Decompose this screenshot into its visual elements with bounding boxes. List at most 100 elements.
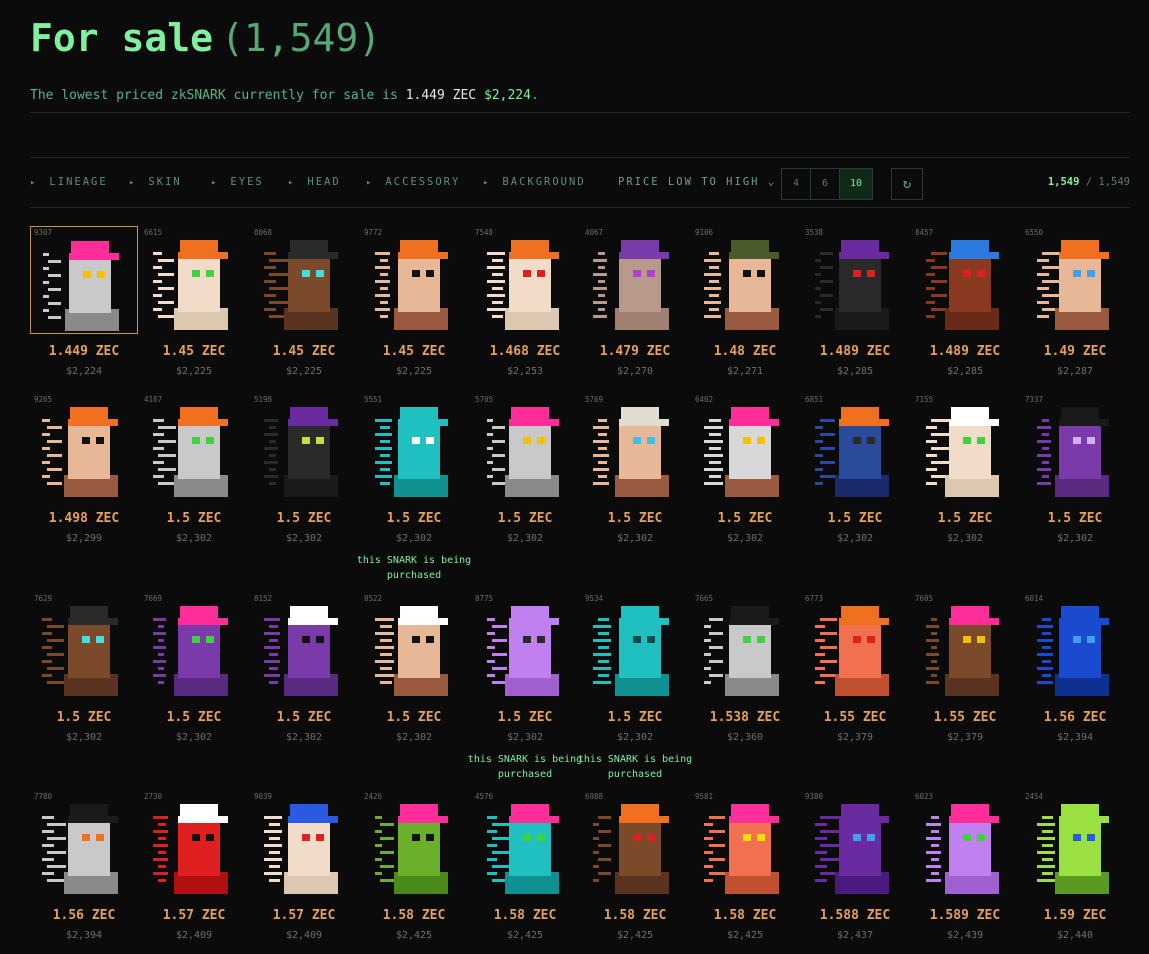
snark-image[interactable] bbox=[911, 592, 1019, 700]
motion-streak bbox=[820, 858, 839, 861]
filter-head[interactable]: ▸ HEAD bbox=[288, 176, 341, 188]
snark-image[interactable] bbox=[911, 790, 1019, 898]
snark-image[interactable] bbox=[801, 226, 909, 334]
motion-streak bbox=[158, 426, 176, 429]
snark-image[interactable] bbox=[1021, 226, 1129, 334]
motion-streak bbox=[42, 433, 50, 436]
motion-streak bbox=[704, 273, 721, 276]
snark-head bbox=[288, 820, 330, 876]
snark-image[interactable] bbox=[250, 393, 358, 501]
snark-image[interactable] bbox=[140, 592, 248, 700]
snark-image[interactable] bbox=[581, 790, 689, 898]
motion-streak bbox=[158, 837, 166, 840]
motion-streak bbox=[375, 872, 382, 875]
motion-streak bbox=[704, 482, 723, 485]
snark-image[interactable] bbox=[140, 393, 248, 501]
snark-id: 9039 bbox=[254, 792, 273, 801]
snark-image[interactable] bbox=[360, 226, 468, 334]
snark-image[interactable] bbox=[30, 790, 138, 898]
snark-image[interactable] bbox=[250, 790, 358, 898]
snark-price-zec: 1.5 ZEC bbox=[276, 511, 332, 526]
snark-eye bbox=[1073, 437, 1081, 444]
sort-dropdown[interactable]: PRICE LOW TO HIGH ⌄ bbox=[618, 176, 776, 188]
snark-image[interactable] bbox=[691, 790, 799, 898]
result-shown: 1,549 bbox=[1047, 176, 1080, 188]
snark-eye bbox=[426, 636, 434, 643]
snark-image[interactable] bbox=[30, 393, 138, 501]
snark-image[interactable] bbox=[911, 393, 1019, 501]
snark-price-usd: $2,302 bbox=[616, 732, 654, 743]
motion-streak bbox=[704, 468, 723, 471]
snark-eye bbox=[412, 834, 420, 841]
motion-streak bbox=[269, 681, 278, 684]
snark-id: 2454 bbox=[1025, 792, 1044, 801]
motion-streak bbox=[820, 294, 833, 297]
filter-accessory[interactable]: ▸ ACCESSORY bbox=[366, 176, 460, 188]
refresh-button[interactable]: ↻ bbox=[891, 168, 923, 200]
motion-streak bbox=[931, 618, 937, 621]
snark-head bbox=[509, 622, 551, 678]
motion-streak bbox=[598, 252, 605, 255]
snark-id: 6773 bbox=[805, 594, 824, 603]
snark-image[interactable] bbox=[691, 592, 799, 700]
snark-hat-brim bbox=[69, 253, 119, 260]
snark-image[interactable] bbox=[1021, 592, 1129, 700]
snark-price-usd: $2,302 bbox=[285, 732, 323, 743]
snark-head bbox=[68, 622, 110, 678]
snark-image[interactable] bbox=[1021, 393, 1129, 501]
snark-pixel-art bbox=[593, 606, 669, 696]
divider bbox=[30, 207, 1130, 208]
snark-price-usd: $2,379 bbox=[946, 732, 984, 743]
snark-image[interactable] bbox=[1021, 790, 1129, 898]
filter-eyes[interactable]: ▸ EYES bbox=[211, 176, 264, 188]
snark-image[interactable] bbox=[471, 592, 579, 700]
snark-image[interactable] bbox=[911, 226, 1019, 334]
snark-image[interactable] bbox=[140, 790, 248, 898]
columns-6-button[interactable]: 6 bbox=[811, 169, 840, 199]
snark-image[interactable] bbox=[691, 393, 799, 501]
snark-eye bbox=[853, 834, 861, 841]
motion-streak bbox=[487, 447, 493, 450]
snark-image[interactable] bbox=[691, 226, 799, 334]
snark-image[interactable] bbox=[801, 592, 909, 700]
snark-image[interactable] bbox=[360, 592, 468, 700]
snark-image[interactable] bbox=[30, 226, 138, 334]
snark-image[interactable] bbox=[581, 592, 689, 700]
snark-image[interactable] bbox=[801, 790, 909, 898]
motion-streak bbox=[598, 475, 607, 478]
snark-pixel-art bbox=[815, 407, 889, 497]
snark-pixel-art bbox=[1037, 606, 1109, 696]
filter-background[interactable]: ▸ BACKGROUND bbox=[483, 176, 586, 188]
snark-pixel-art bbox=[704, 240, 779, 330]
snark-image[interactable] bbox=[471, 393, 579, 501]
snark-image[interactable] bbox=[250, 226, 358, 334]
snark-id: 6550 bbox=[1025, 228, 1044, 237]
columns-4-button[interactable]: 4 bbox=[782, 169, 811, 199]
snark-image[interactable] bbox=[30, 592, 138, 700]
snark-image[interactable] bbox=[581, 226, 689, 334]
snark-pixel-art bbox=[1037, 804, 1109, 894]
motion-streak bbox=[1042, 872, 1053, 875]
snark-image[interactable] bbox=[581, 393, 689, 501]
motion-streak bbox=[380, 482, 390, 485]
snark-image[interactable] bbox=[801, 393, 909, 501]
motion-streak bbox=[598, 294, 605, 297]
columns-10-button[interactable]: 10 bbox=[840, 169, 872, 199]
filter-skin[interactable]: ▸ SKIN bbox=[129, 176, 182, 188]
motion-streak bbox=[269, 653, 278, 656]
snark-id: 9772 bbox=[364, 228, 383, 237]
snark-image[interactable] bbox=[140, 226, 248, 334]
snark-image[interactable] bbox=[471, 226, 579, 334]
snark-image[interactable] bbox=[360, 393, 468, 501]
snark-image[interactable] bbox=[360, 790, 468, 898]
snark-id: 7669 bbox=[144, 594, 163, 603]
snark-eye bbox=[977, 636, 985, 643]
snark-head bbox=[839, 820, 881, 876]
motion-streak bbox=[598, 674, 609, 677]
snark-image[interactable] bbox=[250, 592, 358, 700]
snark-image[interactable] bbox=[471, 790, 579, 898]
snark-head bbox=[839, 622, 881, 678]
motion-streak bbox=[815, 315, 821, 318]
motion-streak bbox=[158, 273, 174, 276]
filter-lineage[interactable]: ▸ LINEAGE bbox=[30, 176, 108, 188]
